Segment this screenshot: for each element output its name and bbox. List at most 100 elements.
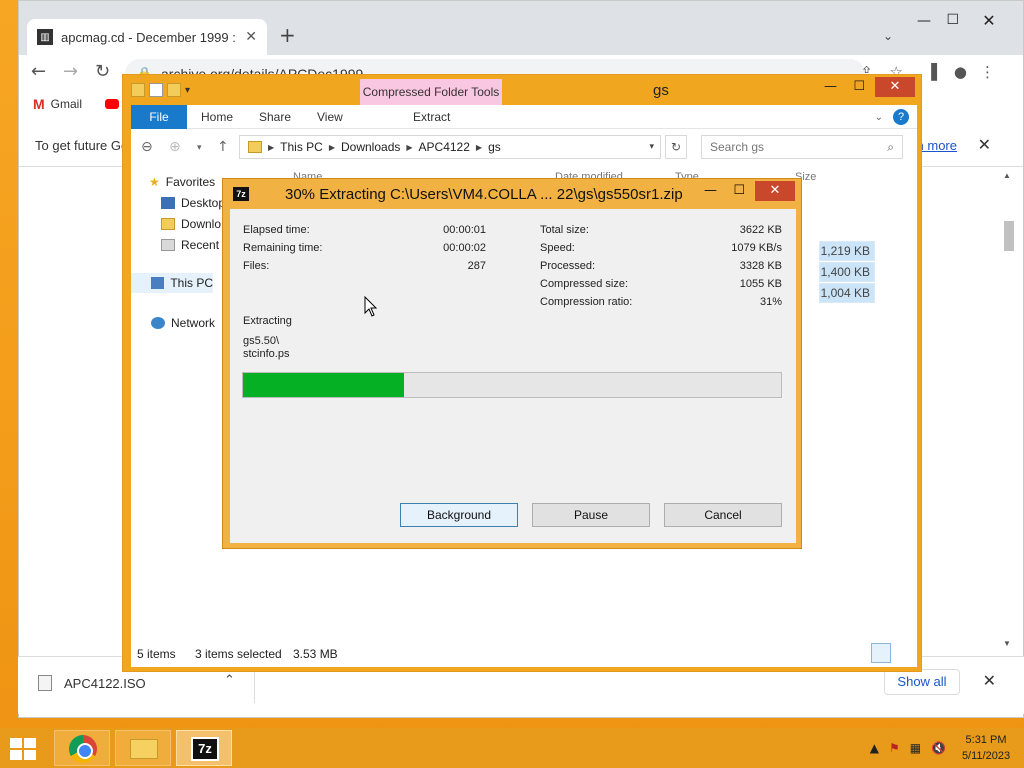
nav-favorites[interactable]: ★ Favorites <box>149 175 215 189</box>
tab-extract[interactable]: Extract <box>413 105 450 129</box>
show-all-button[interactable]: Show all <box>884 669 960 695</box>
volume-muted-icon[interactable]: 🔇 <box>931 741 946 755</box>
status-item-count: 5 items <box>137 647 176 661</box>
background-button[interactable]: Background <box>400 503 518 527</box>
tab-file[interactable]: File <box>131 105 187 129</box>
chevron-up-icon[interactable]: ⌃ <box>224 673 235 688</box>
compression-ratio-label: Compression ratio: <box>540 296 633 308</box>
nav-desktop[interactable]: Desktop <box>161 196 225 210</box>
scrollbar-thumb[interactable] <box>1004 221 1014 251</box>
refresh-icon[interactable]: ↻ <box>665 135 687 159</box>
sevenzip-titlebar: 7z 30% Extracting C:\Users\VM4.COLLA ...… <box>223 179 801 209</box>
new-tab-button[interactable]: + <box>279 23 296 47</box>
explorer-maximize-button[interactable]: ☐ <box>853 79 865 94</box>
infobar-message: To get future Go <box>35 138 129 153</box>
address-dropdown-icon[interactable]: ▾ <box>649 142 654 152</box>
tab-share[interactable]: Share <box>259 105 291 129</box>
profile-avatar-icon[interactable]: ● <box>954 63 967 81</box>
qat-dropdown-icon[interactable]: ▾ <box>185 85 190 96</box>
size-cell[interactable]: 1,219 KB <box>819 241 875 261</box>
remaining-time-label: Remaining time: <box>243 242 323 254</box>
quick-access-toolbar: ▾ <box>131 83 190 97</box>
folder-icon <box>248 141 262 153</box>
breadcrumb-apc4122[interactable]: APC4122 <box>419 140 470 154</box>
sevenzip-minimize-button[interactable]: — <box>704 183 717 198</box>
properties-icon[interactable] <box>149 83 163 97</box>
help-icon[interactable]: ? <box>893 109 909 125</box>
forward-arrow-icon[interactable]: → <box>63 61 78 82</box>
bookmark-gmail[interactable]: M Gmail <box>33 96 82 112</box>
star-icon: ★ <box>149 175 160 189</box>
taskbar-chrome[interactable] <box>54 730 110 766</box>
processed-label: Processed: <box>540 260 596 272</box>
taskbar-file-explorer[interactable] <box>115 730 171 766</box>
breadcrumb-gs[interactable]: gs <box>488 140 501 154</box>
pause-button[interactable]: Pause <box>532 503 650 527</box>
up-arrow-icon[interactable]: ↑ <box>217 139 229 155</box>
explorer-close-button[interactable]: ✕ <box>875 77 915 97</box>
size-cell[interactable]: 1,004 KB <box>819 283 875 303</box>
explorer-status-bar: 5 items 3 items selected 3.53 MB <box>131 641 917 667</box>
breadcrumb-this-pc[interactable]: This PC <box>280 140 323 154</box>
back-circle-icon[interactable]: ⊖ <box>141 139 153 155</box>
details-view-icon[interactable] <box>871 643 891 663</box>
recent-locations-icon[interactable]: ▾ <box>197 143 202 153</box>
extraction-progress-bar <box>242 372 782 398</box>
download-item[interactable]: APC4122.ISO <box>38 675 146 691</box>
sevenzip-maximize-button[interactable]: ☐ <box>733 183 745 198</box>
tab-search-icon[interactable]: ⌄ <box>883 29 893 43</box>
explorer-minimize-button[interactable]: — <box>824 79 837 94</box>
new-folder-icon[interactable] <box>167 83 181 97</box>
nav-recent-places[interactable]: Recent p <box>161 238 229 252</box>
chrome-menu-icon[interactable]: ⋮ <box>980 63 995 81</box>
tab-close-icon[interactable]: ✕ <box>245 29 257 45</box>
chrome-close-button[interactable]: ✕ <box>969 7 1009 35</box>
breadcrumb-downloads[interactable]: Downloads <box>341 140 400 154</box>
infobar-learn-more-link[interactable]: n more <box>917 138 957 153</box>
nav-downloads[interactable]: Downlo <box>161 217 221 231</box>
youtube-icon <box>105 99 119 109</box>
compressed-size-label: Compressed size: <box>540 278 629 290</box>
size-cell[interactable]: 1,400 KB <box>819 262 875 282</box>
explorer-address-bar[interactable]: ▶ This PC ▶ Downloads ▶ APC4122 ▶ gs ▾ <box>239 135 661 159</box>
nav-network[interactable]: Network <box>151 316 215 330</box>
bookmark-gmail-label: Gmail <box>50 97 83 111</box>
elapsed-time-value: 00:00:01 <box>443 224 486 236</box>
page-scrollbar[interactable]: ▲ ▼ <box>1001 171 1015 651</box>
scroll-down-arrow-icon[interactable]: ▼ <box>1003 639 1011 648</box>
back-arrow-icon[interactable]: ← <box>31 61 46 82</box>
chrome-minimize-button[interactable]: — <box>917 13 931 29</box>
search-input[interactable]: Search gs ⌕ <box>701 135 903 159</box>
system-clock[interactable]: 5:31 PM 5/11/2023 <box>956 732 1016 764</box>
folder-icon <box>131 83 145 97</box>
breadcrumb-sep-icon: ▶ <box>328 142 335 152</box>
cancel-button[interactable]: Cancel <box>664 503 782 527</box>
side-panel-icon[interactable]: ▐ <box>925 63 937 81</box>
large-icons-view-icon[interactable] <box>893 643 913 663</box>
ribbon-tabs: File Home Share View Extract ⌄ ? <box>131 105 917 129</box>
total-size-value: 3622 KB <box>739 224 782 236</box>
network-status-icon[interactable]: ▦ <box>910 741 921 755</box>
forward-circle-icon[interactable]: ⊕ <box>169 139 181 155</box>
reload-icon[interactable]: ↻ <box>95 61 110 82</box>
clock-time: 5:31 PM <box>965 734 1007 746</box>
nav-this-pc[interactable]: This PC <box>131 273 213 293</box>
show-hidden-icons-icon[interactable]: ▲ <box>870 741 879 755</box>
speed-label: Speed: <box>540 242 575 254</box>
tab-home[interactable]: Home <box>201 105 233 129</box>
action-center-flag-icon[interactable]: ⚑ <box>889 741 900 755</box>
scroll-up-arrow-icon[interactable]: ▲ <box>1003 171 1011 180</box>
tab-view[interactable]: View <box>317 105 343 129</box>
chrome-maximize-button[interactable]: ☐ <box>946 12 959 28</box>
infobar-close-icon[interactable]: ✕ <box>978 135 991 154</box>
nav-this-pc-label: This PC <box>170 276 213 290</box>
bookmark-youtube[interactable] <box>105 99 119 109</box>
sevenzip-title: 30% Extracting C:\Users\VM4.COLLA ... 22… <box>285 186 683 203</box>
taskbar-7zip[interactable]: 7z <box>176 730 232 766</box>
browser-tab[interactable]: ▥ apcmag.cd - December 1999 : A ✕ <box>27 19 267 55</box>
sevenzip-close-button[interactable]: ✕ <box>755 181 795 201</box>
search-icon: ⌕ <box>887 140 894 154</box>
windows-start-icon[interactable] <box>10 738 38 760</box>
ribbon-expand-icon[interactable]: ⌄ <box>875 112 883 123</box>
download-shelf-close-icon[interactable]: ✕ <box>983 671 996 690</box>
